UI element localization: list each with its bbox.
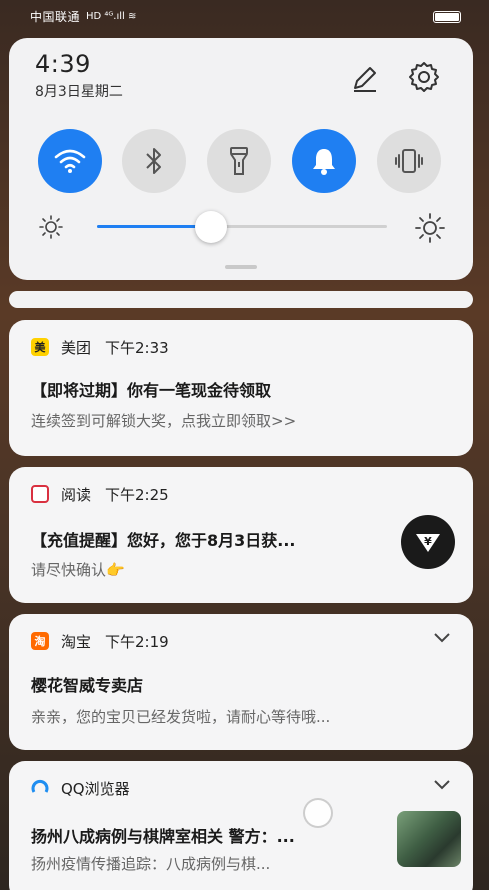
touch-indicator [303,798,333,828]
notification-body: 亲亲，您的宝贝已经发货啦，请耐心等待哦... [31,708,331,726]
brightness-slider[interactable] [35,210,455,250]
brightness-low-icon [39,215,63,239]
edit-pencil-icon[interactable] [349,62,381,94]
quick-settings-panel: 4:39 8月3日星期二 [9,38,473,280]
yen-symbol: ¥ [424,535,432,548]
wifi-icon [54,149,86,173]
notification-title: 【充值提醒】您好，您于8月3日获... [31,531,296,550]
yen-download-icon: ¥ [401,515,455,569]
wifi-toggle[interactable] [38,129,102,193]
date-label: 8月3日星期二 [35,84,123,100]
notification-card-reading[interactable]: 阅读 下午2:25 【充值提醒】您好，您于8月3日获... 请尽快确认👉 ¥ [9,467,473,603]
vibrate-icon [395,149,423,173]
brightness-high-icon [415,213,445,243]
taobao-app-icon: 淘 [31,632,49,650]
app-name: QQ浏览器 [61,779,130,798]
notification-title: 扬州八成病例与棋牌室相关 警方：... [31,827,295,846]
flashlight-icon [230,147,248,175]
bell-icon [313,149,335,175]
notification-body: 请尽快确认👉 [31,561,125,579]
bluetooth-icon [146,148,161,174]
notification-card-taobao[interactable]: 淘 淘宝 下午2:19 樱花智威专卖店 亲亲，您的宝贝已经发货啦，请耐心等待哦.… [9,614,473,750]
notification-title: 樱花智威专卖店 [31,676,144,695]
brightness-thumb[interactable] [195,211,227,243]
vibrate-toggle[interactable] [377,129,441,193]
collapsed-notification-strip[interactable] [9,291,473,308]
expand-chevron-icon[interactable] [433,632,451,644]
brightness-fill [97,225,209,228]
reading-app-icon [31,485,49,503]
notification-card-qq-browser[interactable]: QQ浏览器 扬州八成病例与棋牌室相关 警方：... 扬州疫情传播追踪：八成病例与… [9,761,473,890]
notification-card-meituan[interactable]: 美 美团 下午2:33 【即将过期】你有一笔现金待领取 连续签到可解锁大奖，点我… [9,320,473,456]
carrier-label: 中国联通 [30,9,81,24]
status-bar: 中国联通 HD ⁴ᴳ.ıll ≋ [0,0,489,32]
notification-body: 扬州疫情传播追踪：八成病例与棋... [31,855,271,873]
clock-time: 4:39 [35,50,91,78]
bluetooth-toggle[interactable] [122,129,186,193]
settings-gear-icon[interactable] [407,60,441,94]
flashlight-toggle[interactable] [207,129,271,193]
app-name: 美团 [61,338,92,357]
battery-icon [433,11,461,23]
news-thumbnail-image [397,811,461,867]
app-name: 淘宝 [61,632,92,651]
signal-icon: HD ⁴ᴳ.ıll ≋ [86,10,137,22]
qq-browser-app-icon [31,779,49,793]
expand-chevron-icon[interactable] [433,779,451,791]
notification-time: 下午2:25 [105,485,169,504]
meituan-app-icon: 美 [31,338,49,356]
panel-drag-handle[interactable] [225,265,257,269]
notification-title: 【即将过期】你有一笔现金待领取 [31,381,272,400]
notification-time: 下午2:33 [105,338,169,357]
app-name: 阅读 [61,485,92,504]
notification-body: 连续签到可解锁大奖，点我立即领取>> [31,412,297,430]
ringer-toggle[interactable] [292,129,356,193]
notification-time: 下午2:19 [105,632,169,651]
